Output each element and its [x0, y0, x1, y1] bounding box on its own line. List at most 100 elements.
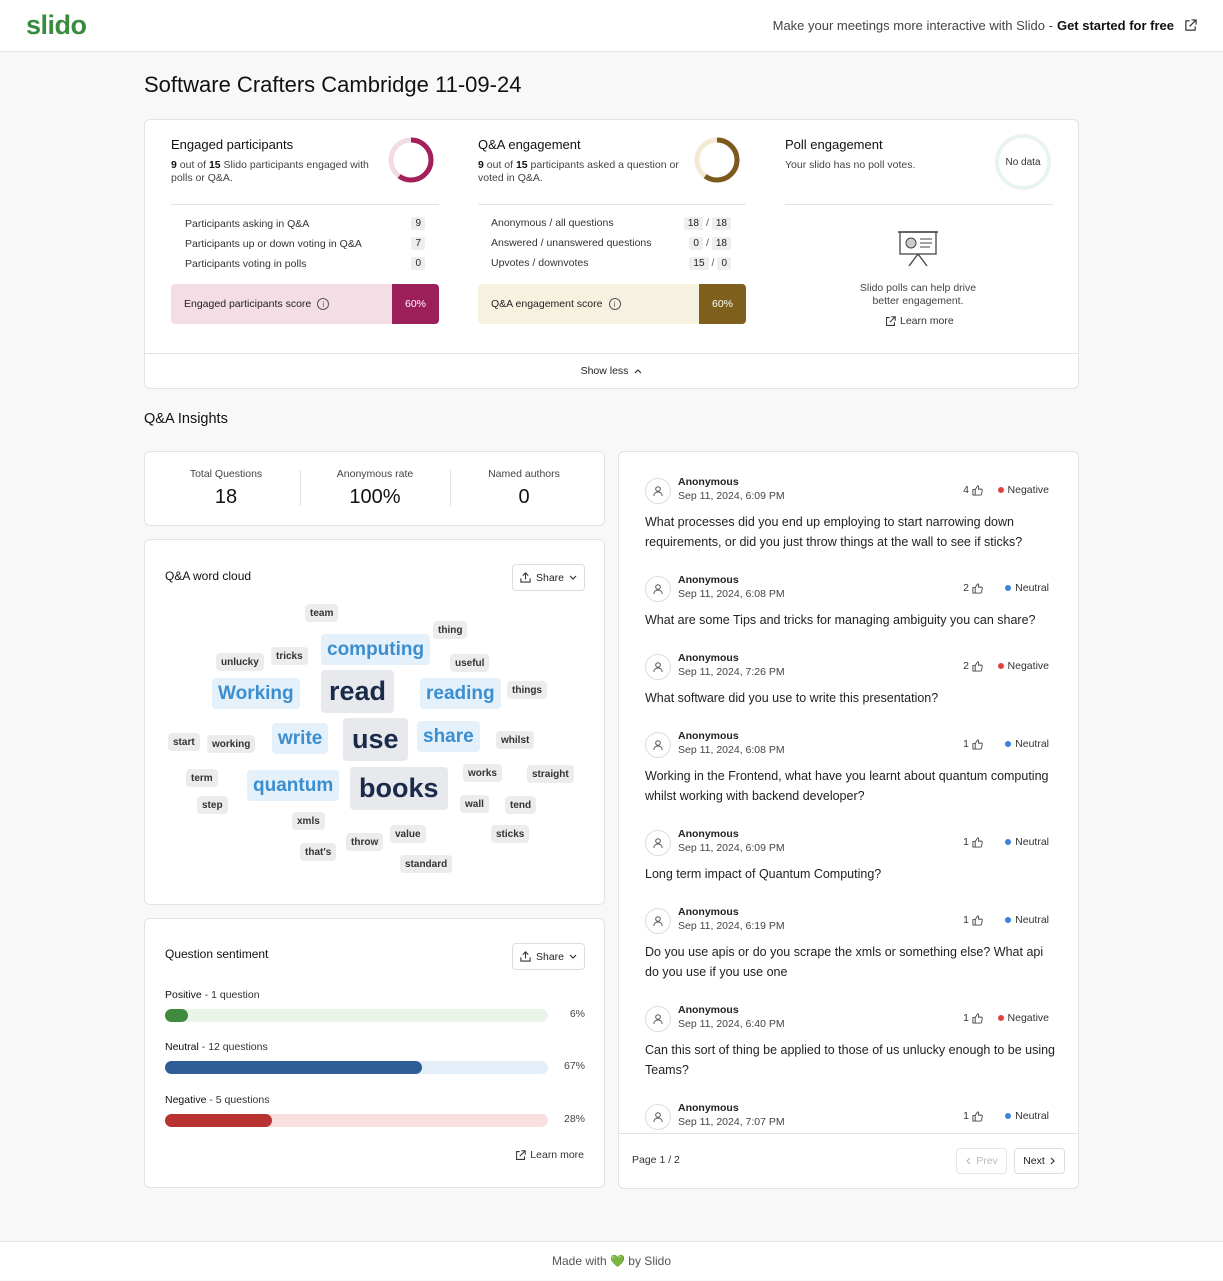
question-votes: 1 — [963, 1110, 983, 1122]
poll-engagement-title: Poll engagement — [785, 137, 883, 152]
show-less-button[interactable]: Show less — [145, 353, 1078, 388]
question-text: What are some Tips and tricks for managi… — [645, 613, 1036, 627]
score-label: Q&A engagement score — [491, 298, 603, 310]
avatar — [645, 576, 671, 602]
share-label: Share — [535, 571, 565, 584]
sentiment-badge: Negative — [997, 660, 1049, 672]
word-computing: computing — [321, 634, 431, 665]
learn-more-label: Learn more — [530, 1149, 584, 1161]
next-button[interactable]: Next — [1014, 1148, 1065, 1174]
word-straight: straight — [527, 765, 574, 783]
stat-named-authors: Named authors 0 — [488, 468, 560, 508]
presentation-icon — [898, 231, 938, 267]
slido-logo[interactable]: slido — [26, 10, 87, 41]
sentiment-learn-more-link[interactable]: Learn more — [515, 1149, 584, 1161]
word-step: step — [197, 796, 228, 814]
negative-bar-fill — [165, 1114, 273, 1127]
heart-icon: 💚 — [610, 1254, 625, 1268]
word-write: write — [272, 723, 329, 754]
sentiment-label: Neutral — [1015, 914, 1049, 926]
stats-card: Total Questions 18 Anonymous rate 100% N… — [144, 451, 605, 526]
thumbs-up-icon — [972, 660, 983, 672]
sentiment-dot — [997, 663, 1004, 669]
word-use: use — [343, 718, 408, 761]
negative-label: Negative - 5 questions — [165, 1094, 270, 1106]
user-icon — [653, 486, 663, 497]
word-whilst: whilst — [496, 731, 535, 749]
sentiment-dot — [997, 1015, 1004, 1021]
question-text: Can this sort of thing be applied to tho… — [645, 1043, 1055, 1077]
stat-anonymous-rate: Anonymous rate 100% — [336, 468, 414, 508]
sentiment-share-button[interactable]: Share — [512, 943, 585, 970]
word-throw: throw — [346, 833, 384, 851]
thumbs-up-icon — [972, 1012, 983, 1024]
share-label: Share — [535, 950, 565, 963]
top-bar: slido Make your meetings more interactiv… — [0, 0, 1223, 52]
engagement-card: Engaged participants 9 out of 15 Slido p… — [144, 119, 1079, 389]
qa-insights-title: Q&A Insights — [144, 411, 228, 427]
word-tricks: tricks — [271, 647, 308, 665]
sentiment-dot — [1005, 585, 1012, 591]
promo-banner: Make your meetings more interactive with… — [773, 18, 1197, 33]
question-author: Anonymous — [678, 1004, 739, 1016]
word-working-cap: Working — [212, 678, 300, 709]
question-date: Sep 11, 2024, 7:26 PM — [678, 666, 785, 678]
engaged-participants-title: Engaged participants — [171, 137, 294, 152]
word-works: works — [463, 764, 502, 782]
stat-row: Participants up or down voting in Q&A 7 — [185, 237, 425, 250]
question-author: Anonymous — [678, 906, 739, 918]
thumbs-up-icon — [972, 484, 983, 496]
score-label: Engaged participants score — [184, 298, 312, 310]
question-votes: 2 — [963, 660, 983, 672]
sentiment-dot — [1005, 741, 1012, 747]
qa-engagement-title: Q&A engagement — [478, 137, 581, 152]
question-author: Anonymous — [678, 476, 739, 488]
stat-row: Participants voting in polls 0 — [185, 257, 425, 270]
info-icon[interactable]: i — [608, 298, 621, 310]
sentiment-dot — [1005, 1113, 1012, 1119]
word-start: start — [168, 733, 200, 751]
word-cloud-share-button[interactable]: Share — [512, 564, 585, 591]
prev-button[interactable]: Prev — [956, 1148, 1007, 1174]
word-working: working — [207, 735, 256, 753]
vote-count: 2 — [963, 660, 969, 672]
word-xmls: xmls — [292, 812, 325, 830]
question-author: Anonymous — [678, 574, 739, 586]
word-value: value — [390, 825, 426, 843]
sentiment-label: Neutral — [1015, 1110, 1049, 1122]
sentiment-label: Neutral — [1015, 582, 1049, 594]
chevron-down-icon — [569, 575, 577, 580]
word-thats: that's — [300, 843, 337, 861]
sentiment-card: Question sentiment Share Positive - 1 qu… — [144, 918, 605, 1188]
vote-count: 1 — [963, 1110, 969, 1122]
avatar — [645, 830, 671, 856]
external-link-icon — [886, 315, 896, 326]
sentiment-badge: Neutral — [1005, 914, 1049, 926]
word-team: team — [305, 604, 339, 622]
vote-count: 1 — [963, 1012, 969, 1024]
engaged-ring — [388, 137, 434, 183]
sentiment-dot — [997, 487, 1004, 493]
word-share: share — [417, 721, 480, 752]
question-author: Anonymous — [678, 1102, 739, 1114]
info-icon[interactable]: i — [317, 298, 330, 310]
avatar — [645, 1104, 671, 1130]
poll-learn-more-link[interactable]: Learn more — [885, 315, 954, 327]
external-link-icon[interactable] — [1184, 19, 1197, 32]
question-votes: 4 — [963, 484, 983, 496]
poll-engagement-desc: Your slido has no poll votes. — [785, 159, 916, 171]
word-unlucky: unlucky — [216, 653, 264, 671]
user-icon — [653, 1112, 663, 1123]
get-started-link[interactable]: Get started for free — [1057, 18, 1174, 33]
sentiment-label: Negative — [1007, 484, 1049, 496]
learn-more-label: Learn more — [900, 315, 954, 327]
prev-label: Prev — [976, 1155, 998, 1167]
question-author: Anonymous — [678, 730, 739, 742]
positive-bar-fill — [165, 1009, 188, 1022]
stat-row: Anonymous / all questions 18/18 — [491, 217, 731, 230]
sentiment-badge: Neutral — [1005, 582, 1049, 594]
question-date: Sep 11, 2024, 6:09 PM — [678, 842, 785, 854]
chevron-right-icon — [1050, 1157, 1055, 1165]
negative-bar — [165, 1114, 548, 1127]
question-votes: 2 — [963, 582, 983, 594]
